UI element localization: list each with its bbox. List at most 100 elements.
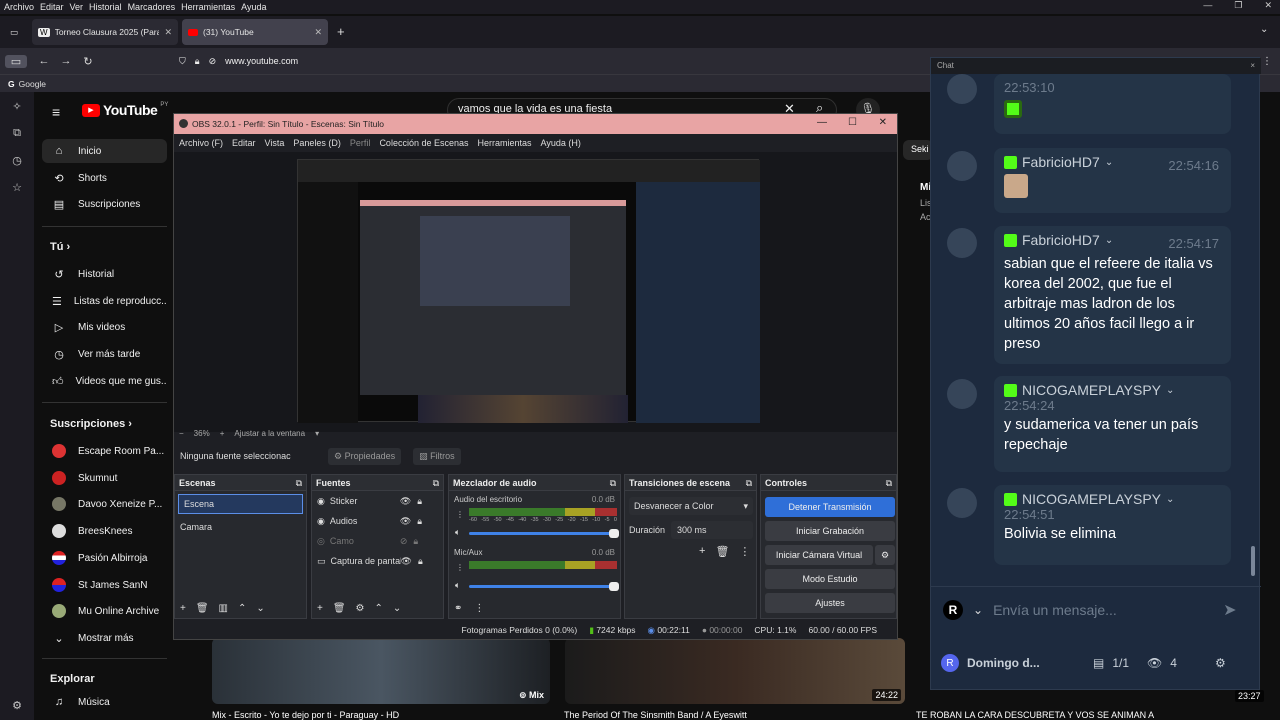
fit-window-button[interactable]: Ajustar a la ventana bbox=[234, 429, 305, 438]
move-down-icon[interactable]: ⌄ bbox=[256, 603, 264, 614]
dock-undock-icon[interactable]: ⧉ bbox=[610, 478, 616, 489]
tab-torneo[interactable]: W Torneo Clausura 2025 (Paraguay) ✕ bbox=[32, 19, 178, 45]
source-item[interactable]: ◉ Audios 👁︎ 🔒︎ bbox=[312, 511, 443, 531]
synced-tabs-icon[interactable]: ⧉ bbox=[13, 127, 21, 140]
chevron-down-icon[interactable]: ⌄ bbox=[973, 603, 983, 617]
obs-menu-vista[interactable]: Vista bbox=[265, 138, 285, 148]
menu-historial[interactable]: Historial bbox=[89, 2, 122, 12]
obs-preview[interactable] bbox=[174, 152, 897, 432]
reload-icon[interactable]: ↻ bbox=[77, 55, 99, 68]
forward-icon[interactable]: → bbox=[55, 55, 77, 67]
nav-ver-mas-tarde[interactable]: ◷ Ver más tarde bbox=[42, 342, 167, 366]
add-icon[interactable]: + bbox=[317, 603, 323, 614]
hamburger-menu-icon[interactable]: ≡ bbox=[52, 104, 60, 120]
close-icon[interactable]: ✕ bbox=[879, 117, 887, 128]
source-item[interactable]: ◎ Camo ⊘ 🔒︎ bbox=[312, 531, 443, 551]
trash-icon[interactable]: 🗑︎ bbox=[196, 603, 209, 614]
move-up-icon[interactable]: ⌃ bbox=[238, 603, 246, 614]
mostrar-mas[interactable]: ⌄ Mostrar más bbox=[42, 626, 167, 650]
properties-button[interactable]: ⚙ Propiedades bbox=[328, 447, 402, 465]
obs-menu-ayuda[interactable]: Ayuda (H) bbox=[541, 138, 581, 148]
youtube-logo[interactable]: ▶ YouTube PY bbox=[82, 102, 168, 118]
history-icon[interactable]: ◷ bbox=[12, 154, 22, 167]
settings-icon[interactable]: ⚙ bbox=[12, 699, 22, 712]
menu-dots-icon[interactable]: ⋮ bbox=[739, 545, 750, 558]
obs-menu-perfil[interactable]: Perfil bbox=[350, 138, 371, 148]
dock-undock-icon[interactable]: ⧉ bbox=[433, 478, 439, 489]
obs-menu-paneles[interactable]: Paneles (D) bbox=[293, 138, 341, 148]
sub-escape-room[interactable]: Escape Room Pa... bbox=[42, 439, 167, 463]
tab-list-chevron-icon[interactable]: ⌄ bbox=[1260, 24, 1268, 35]
new-tab-icon[interactable]: + bbox=[337, 24, 345, 39]
sub-breesknees[interactable]: BreesKnees bbox=[42, 519, 167, 543]
channel-menu-icon[interactable]: ⋮ bbox=[456, 510, 464, 519]
source-item[interactable]: ◉ Sticker 👁︎ 🔒︎ bbox=[312, 491, 443, 511]
nav-listas[interactable]: ☰ Listas de reproducc... bbox=[42, 289, 167, 313]
scene-item[interactable]: Escena bbox=[178, 494, 303, 514]
lock-icon[interactable]: 🔒︎ bbox=[417, 516, 422, 527]
sidebar-toggle-icon[interactable]: ▭ bbox=[5, 54, 27, 68]
link-icon[interactable]: ⚭ bbox=[454, 603, 462, 614]
chat-input[interactable]: Envía un mensaje... bbox=[993, 602, 1213, 618]
nav-mis-videos[interactable]: ▷ Mis videos bbox=[42, 315, 167, 339]
you-header[interactable]: Tú › bbox=[50, 241, 70, 253]
sub-davoo[interactable]: Davoo Xeneize P... bbox=[42, 492, 167, 516]
video-thumbnail[interactable]: 24:22 bbox=[565, 638, 905, 704]
trash-icon[interactable]: 🗑︎ bbox=[715, 545, 729, 558]
nav-videos-me-gustan[interactable]: 👍︎ Videos que me gus... bbox=[42, 369, 167, 393]
lock-icon[interactable]: 🔒︎ bbox=[418, 556, 423, 567]
video-title[interactable]: The Period Of The Sinsmith Band / A Eyes… bbox=[564, 710, 894, 720]
start-recording-button[interactable]: Iniciar Grabación bbox=[765, 521, 895, 541]
eye-icon[interactable]: 👁︎ bbox=[400, 516, 411, 527]
menu-ayuda[interactable]: Ayuda bbox=[241, 2, 266, 12]
video-thumbnail[interactable]: ⊚ Mix bbox=[212, 638, 550, 704]
close-tab-icon[interactable]: ✕ bbox=[164, 27, 172, 38]
tab-youtube[interactable]: (31) YouTube ✕ bbox=[182, 19, 328, 45]
menu-marcadores[interactable]: Marcadores bbox=[128, 2, 176, 12]
add-icon[interactable]: + bbox=[699, 545, 705, 558]
message-username[interactable]: NICOGAMEPLAYSPY ⌄ bbox=[1004, 382, 1221, 398]
slider-handle[interactable] bbox=[609, 529, 619, 538]
url-bar[interactable]: ⛉ 🔒︎ ⊘ www.youtube.com bbox=[179, 56, 298, 67]
minimize-icon[interactable]: — bbox=[1203, 0, 1212, 11]
source-item[interactable]: ▭ Captura de pantal 👁︎ 🔒︎ bbox=[312, 551, 443, 571]
gear-icon[interactable]: ⚙ bbox=[1215, 656, 1226, 670]
virtual-camera-button[interactable]: Iniciar Cámara Virtual bbox=[765, 545, 873, 565]
send-icon[interactable]: ➤ bbox=[1223, 600, 1236, 620]
tab-overview-icon[interactable]: ▭ bbox=[4, 19, 30, 45]
volume-slider[interactable] bbox=[469, 529, 619, 538]
message-username[interactable]: NICOGAMEPLAYSPY ⌄ bbox=[1004, 491, 1221, 507]
obs-menu-coleccion[interactable]: Colección de Escenas bbox=[379, 138, 468, 148]
ai-sparkle-icon[interactable]: ✧ bbox=[12, 100, 21, 113]
bookmark-google[interactable]: Google bbox=[19, 79, 46, 89]
trash-icon[interactable]: 🗑︎ bbox=[333, 603, 346, 614]
close-icon[interactable]: × bbox=[1250, 61, 1255, 70]
chip-seki[interactable]: Seki bbox=[903, 140, 933, 160]
video-title[interactable]: Mix - Escrito - Yo te dejo por ti - Para… bbox=[212, 710, 542, 720]
video-title[interactable]: TE ROBAN LA CARA DESCUBRETA Y VOS SE ANI… bbox=[916, 710, 1246, 720]
sub-mu-online[interactable]: Mu Online Archive bbox=[42, 599, 167, 623]
sub-st-james[interactable]: St James SanN bbox=[42, 573, 167, 597]
menu-dots-icon[interactable]: ⋮ bbox=[474, 603, 484, 614]
more-icon[interactable]: ⋮ bbox=[1262, 56, 1272, 67]
studio-mode-button[interactable]: Modo Estudio bbox=[765, 569, 895, 589]
scene-item[interactable]: Camara bbox=[175, 517, 306, 537]
back-icon[interactable]: ← bbox=[33, 55, 55, 67]
virtual-camera-settings-icon[interactable]: ⚙ bbox=[875, 545, 895, 565]
menu-editar[interactable]: Editar bbox=[40, 2, 64, 12]
subs-header[interactable]: Suscripciones › bbox=[50, 418, 132, 430]
zoom-in-icon[interactable]: + bbox=[220, 429, 225, 438]
move-up-icon[interactable]: ⌃ bbox=[375, 603, 383, 614]
eye-hidden-icon[interactable]: ⊘ bbox=[400, 536, 408, 547]
dock-undock-icon[interactable]: ⧉ bbox=[296, 478, 302, 489]
nav-musica[interactable]: ♫ Música bbox=[42, 690, 167, 714]
nav-inicio[interactable]: ⌂ Inicio bbox=[42, 139, 167, 163]
dock-undock-icon[interactable]: ⧉ bbox=[886, 478, 892, 489]
close-icon[interactable]: ✕ bbox=[1264, 0, 1272, 11]
settings-button[interactable]: Ajustes bbox=[765, 593, 895, 613]
restore-icon[interactable]: ❐ bbox=[1234, 0, 1242, 11]
slider-handle[interactable] bbox=[609, 582, 619, 591]
chevron-down-icon[interactable]: ▾ bbox=[315, 429, 319, 438]
move-down-icon[interactable]: ⌄ bbox=[393, 603, 401, 614]
obs-menu-archivo[interactable]: Archivo (F) bbox=[179, 138, 223, 148]
